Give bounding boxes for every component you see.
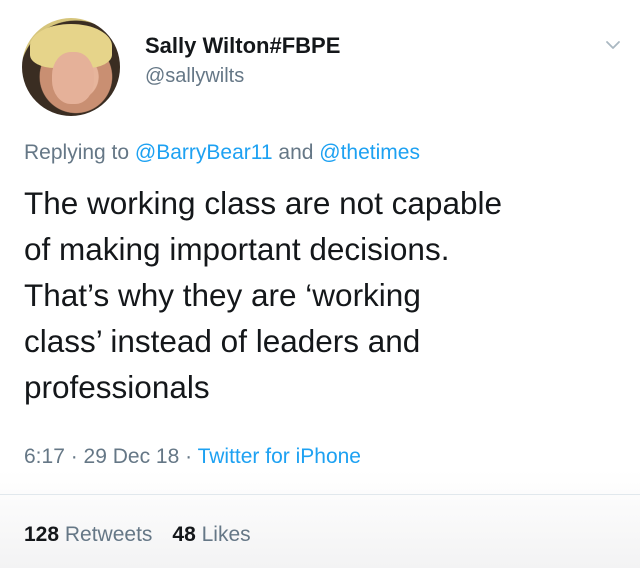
tweet-text-line: professionals	[24, 369, 210, 405]
user-handle[interactable]: @sallywilts	[145, 63, 340, 89]
meta-separator: ·	[64, 445, 84, 468]
divider	[0, 494, 640, 495]
chevron-down-icon[interactable]	[604, 36, 622, 54]
avatar[interactable]	[22, 18, 120, 116]
tweet-card: Sally Wilton#FBPE @sallywilts Replying t…	[0, 0, 640, 568]
replying-to-conjunction: and	[272, 141, 320, 164]
mention-barrybear11[interactable]: @BarryBear11	[135, 141, 273, 164]
avatar-face	[52, 52, 94, 104]
tweet-text: The working class are not capable of mak…	[24, 180, 624, 410]
replying-to: Replying to @BarryBear11 and @thetimes	[24, 140, 420, 166]
meta-separator: ·	[179, 445, 198, 468]
tweet-stats: 128 Retweets 48 Likes	[24, 522, 251, 548]
display-name[interactable]: Sally Wilton#FBPE	[145, 33, 340, 59]
likes-stat[interactable]: 48 Likes	[172, 523, 250, 546]
replying-to-label: Replying to	[24, 141, 135, 164]
tweet-time[interactable]: 6:17	[24, 445, 65, 468]
tweet-text-line: That’s why they are ‘working	[24, 277, 421, 313]
tweet-text-line: of making important decisions.	[24, 231, 450, 267]
retweets-stat[interactable]: 128 Retweets	[24, 523, 152, 546]
tweet-date[interactable]: 29 Dec 18	[84, 445, 180, 468]
likes-count: 48	[172, 523, 196, 546]
tweet-text-line: The working class are not capable	[24, 185, 503, 221]
retweets-label: Retweets	[59, 523, 153, 546]
mention-thetimes[interactable]: @thetimes	[319, 141, 420, 164]
user-info: Sally Wilton#FBPE @sallywilts	[145, 33, 340, 89]
tweet-meta: 6:17 · 29 Dec 18 · Twitter for iPhone	[24, 444, 361, 470]
likes-label: Likes	[195, 523, 251, 546]
retweets-count: 128	[24, 523, 60, 546]
tweet-text-line: class’ instead of leaders and	[24, 323, 421, 359]
tweet-source-link[interactable]: Twitter for iPhone	[198, 445, 361, 468]
